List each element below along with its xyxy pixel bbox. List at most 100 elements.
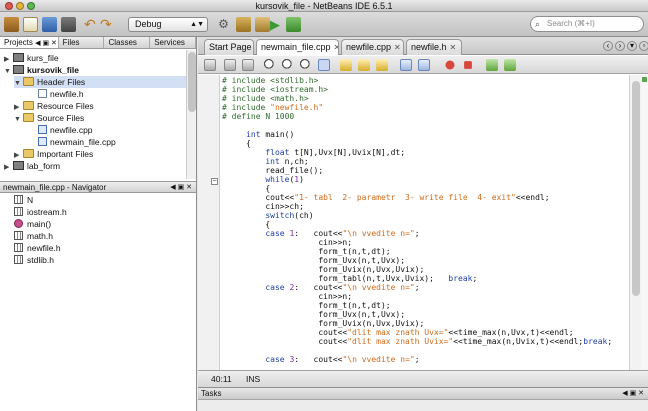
navigator-item-math[interactable]: math.h — [14, 230, 53, 242]
tree-item-source-files[interactable]: ▼ Source Files — [14, 112, 84, 124]
code-line[interactable]: # define N 1000 — [222, 112, 294, 122]
folder-icon — [23, 77, 34, 86]
code-token: # include <stdlib.h> — [222, 76, 319, 85]
line-gutter[interactable]: − — [198, 75, 220, 370]
toggle-highlight-icon[interactable] — [318, 59, 330, 71]
zoom-window-button[interactable] — [27, 2, 35, 10]
navigator-item-iostream[interactable]: iostream.h — [14, 206, 67, 218]
tab-projects[interactable]: Projects ◀ ▣ ✕ — [0, 37, 59, 48]
save-all-icon[interactable] — [61, 17, 76, 32]
forward-icon[interactable] — [242, 59, 254, 71]
include-icon — [14, 243, 23, 252]
set-main-project-icon[interactable]: ⚙ — [216, 17, 231, 32]
next-bookmark-icon[interactable] — [358, 59, 370, 71]
tree-item-resource-files[interactable]: ▶ Resource Files — [14, 100, 94, 112]
configuration-select[interactable]: Debug ▲▼ — [128, 17, 208, 32]
tab-start-page[interactable]: Start Page✕ — [204, 39, 254, 55]
clean-build-icon[interactable] — [255, 17, 270, 32]
shift-right-icon[interactable] — [418, 59, 430, 71]
stop-macro-icon[interactable] — [464, 61, 472, 69]
tree-item-kursovik-file[interactable]: ▼ kursovik_file — [4, 64, 79, 76]
code-token: ; — [414, 355, 420, 364]
fold-toggle-icon[interactable]: − — [211, 178, 218, 185]
tab-classes[interactable]: Classes — [104, 37, 151, 48]
tab-newfile-h[interactable]: newfile.h ✕ — [406, 39, 462, 55]
project-icon — [13, 53, 24, 62]
scrollbar-thumb[interactable] — [188, 52, 196, 112]
code-token: cin>>ch; — [222, 202, 304, 211]
toggle-bookmark-icon[interactable] — [376, 59, 388, 71]
tasks-panel: Tasks ◀ ▣ ✕ — [198, 387, 648, 411]
tree-scrollbar[interactable] — [186, 50, 196, 179]
minimize-window-button[interactable] — [16, 2, 24, 10]
maximize-icon[interactable]: ▫ — [639, 41, 648, 51]
code-line[interactable]: cout<<"dlit max znath Uvix="<<time_max(n… — [222, 337, 612, 347]
tab-list-icon[interactable]: ▾ — [627, 41, 637, 51]
last-edit-icon[interactable] — [204, 59, 216, 71]
navigator-header: newmain_file.cpp - Navigator ◀ ▣ ✕ — [0, 181, 196, 193]
find-selection-icon[interactable] — [264, 59, 276, 71]
tree-item-newfile-h[interactable]: newfile.h — [38, 88, 84, 100]
collapse-icon[interactable]: ▼ — [14, 114, 23, 126]
code-token: main() — [260, 130, 295, 139]
project-icon — [13, 161, 24, 170]
find-previous-icon[interactable] — [282, 59, 294, 71]
collapse-icon[interactable]: ▼ — [4, 66, 13, 78]
code-token: # define N 1000 — [222, 112, 295, 121]
comment-icon[interactable] — [486, 59, 498, 71]
tab-files[interactable]: Files — [59, 37, 105, 48]
editor-area: Start Page✕ newmain_file.cpp✕ newfile.cp… — [198, 37, 648, 387]
close-tab-icon[interactable]: ✕ — [334, 43, 338, 52]
tree-item-kurs-file[interactable]: ▶ kurs_file — [4, 52, 59, 64]
uncomment-icon[interactable] — [504, 59, 516, 71]
tab-services[interactable]: Services — [150, 37, 196, 48]
navigator-item-n[interactable]: N — [14, 194, 33, 206]
include-icon — [14, 207, 23, 216]
new-project-icon[interactable] — [4, 17, 19, 32]
build-icon[interactable] — [236, 17, 251, 32]
shift-left-icon[interactable] — [400, 59, 412, 71]
editor-scrollbar[interactable] — [629, 75, 641, 370]
scroll-right-icon[interactable]: › — [615, 41, 625, 51]
tree-item-important-files[interactable]: ▶ Important Files — [14, 148, 93, 160]
run-icon[interactable]: ▶ — [270, 17, 285, 32]
code-editor[interactable]: # include <stdlib.h> # include <iostream.… — [222, 76, 634, 369]
tab-newfile-cpp[interactable]: newfile.cpp ✕ — [341, 39, 404, 55]
code-token: break — [583, 337, 608, 346]
start-macro-icon[interactable] — [445, 60, 455, 70]
tree-item-header-files[interactable]: ▼ Header Files — [14, 76, 186, 88]
open-project-icon[interactable] — [42, 17, 57, 32]
close-window-button[interactable] — [5, 2, 13, 10]
tree-item-newmain-file-cpp[interactable]: newmain_file.cpp — [38, 136, 116, 148]
project-tabs: Projects ◀ ▣ ✕ Files Classes Services — [0, 37, 196, 49]
navigator-item-newfile-h[interactable]: newfile.h — [14, 242, 61, 254]
code-token: read_file(); — [222, 166, 324, 175]
code-token: int — [246, 130, 261, 139]
redo-icon[interactable]: ↷ — [100, 17, 115, 32]
code-line[interactable]: case 3: cout<<"\n vvedite n="; — [222, 355, 420, 365]
navigator-item-main[interactable]: main() — [14, 218, 51, 230]
navigator-close-icon[interactable]: ◀ ▣ ✕ — [170, 182, 192, 193]
no-errors-icon — [642, 77, 647, 82]
window-title-bar: kursovik_file - NetBeans IDE 6.5.1 — [0, 0, 648, 12]
find-next-icon[interactable] — [300, 59, 312, 71]
tasks-close-icon[interactable]: ◀ ▣ ✕ — [622, 388, 644, 399]
new-file-icon[interactable] — [23, 17, 38, 32]
tab-newmain-file-cpp[interactable]: newmain_file.cpp✕ — [256, 39, 339, 55]
scroll-left-icon[interactable]: ‹ — [603, 41, 613, 51]
expand-icon[interactable]: ▶ — [4, 162, 13, 174]
navigator-item-stdlib[interactable]: stdlib.h — [14, 254, 54, 266]
back-icon[interactable] — [224, 59, 236, 71]
previous-bookmark-icon[interactable] — [340, 59, 352, 71]
debug-icon[interactable] — [286, 17, 301, 32]
search-input[interactable]: ⌕ Search (⌘+I) — [530, 16, 644, 32]
scrollbar-thumb[interactable] — [632, 81, 640, 296]
undo-icon[interactable]: ↶ — [84, 17, 99, 32]
close-tab-icon[interactable]: ✕ — [450, 43, 457, 52]
close-tab-icon[interactable]: ✕ — [394, 43, 401, 52]
collapse-icon[interactable]: ▼ — [14, 78, 23, 90]
tree-item-lab-form[interactable]: ▶ lab_form — [4, 160, 60, 172]
tree-item-newfile-cpp[interactable]: newfile.cpp — [38, 124, 93, 136]
